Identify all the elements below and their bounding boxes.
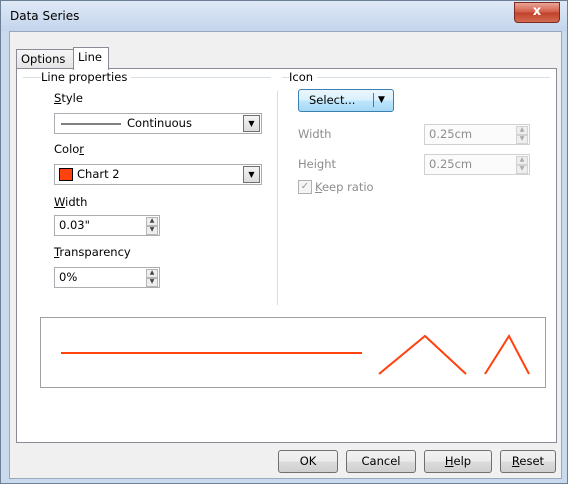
line-properties-heading: Line properties [41,70,132,84]
button-separator [373,93,374,107]
spin-up-icon[interactable]: ▲ [146,217,158,226]
continuous-line-sample [61,123,121,125]
spin-arrows[interactable]: ▲ ▼ [516,126,528,144]
style-label: Style [54,91,83,105]
spin-down-icon[interactable]: ▼ [146,278,158,287]
line-preview [40,317,546,388]
icon-width-label: Width [298,127,332,141]
dialog-body: Options Line Line properties Style Conti… [9,31,562,479]
color-value: Chart 2 [77,167,120,181]
transparency-spinbox[interactable]: 0% ▲ ▼ [54,267,160,288]
icon-height-value: 0.25cm [429,157,473,171]
spin-down-icon[interactable]: ▼ [516,135,528,144]
select-icon-button[interactable]: Select... ▼ [298,89,394,112]
icon-width-value: 0.25cm [429,127,473,141]
spin-arrows[interactable]: ▲ ▼ [146,269,158,287]
button-bar: OK Cancel Help Reset [10,443,561,478]
tab-options[interactable]: Options [16,49,76,69]
dropdown-arrow-icon[interactable]: ▼ [378,90,385,110]
spin-down-icon[interactable]: ▼ [516,165,528,174]
preview-drawing [61,334,530,375]
transparency-value: 0% [59,270,78,284]
spin-arrows[interactable]: ▲ ▼ [146,217,158,235]
icon-width-spinbox[interactable]: 0.25cm ▲ ▼ [424,124,530,145]
preview-zigzag-narrow [484,334,530,375]
help-button[interactable]: Help [424,450,492,473]
reset-button[interactable]: Reset [500,450,556,473]
transparency-label: Transparency [54,245,131,259]
spin-arrows[interactable]: ▲ ▼ [516,156,528,174]
icon-heading: Icon [289,70,318,84]
spin-up-icon[interactable]: ▲ [516,156,528,165]
style-value: Continuous [127,116,192,130]
title-bar[interactable]: Data Series x [1,1,567,31]
group-separator [282,77,550,78]
keep-ratio-checkbox[interactable]: ✓ [298,180,312,194]
data-series-dialog: Data Series x Options Line Line properti… [0,0,568,484]
color-swatch-icon [59,168,73,181]
width-value: 0.03" [59,218,90,232]
preview-zigzag-wide [378,334,467,375]
cancel-button[interactable]: Cancel [346,450,416,473]
color-dropdown[interactable]: Chart 2 ▼ [54,164,262,185]
icon-height-label: Height [298,157,337,171]
color-label: Color [54,142,85,156]
close-button[interactable]: x [514,2,560,23]
style-dropdown[interactable]: Continuous ▼ [54,113,262,134]
icon-height-spinbox[interactable]: 0.25cm ▲ ▼ [424,154,530,175]
line-width-spinbox[interactable]: 0.03" ▲ ▼ [54,215,160,236]
spin-up-icon[interactable]: ▲ [146,269,158,278]
column-divider [277,91,278,305]
chevron-down-icon[interactable]: ▼ [243,166,260,183]
spin-down-icon[interactable]: ▼ [146,226,158,235]
tab-line[interactable]: Line [73,47,109,70]
ok-button[interactable]: OK [278,450,338,473]
width-label: Width [54,195,88,209]
keep-ratio-label: Keep ratio [315,180,374,194]
select-button-label: Select... [309,93,356,107]
window-title: Data Series [10,9,80,23]
chevron-down-icon[interactable]: ▼ [243,115,260,132]
line-tab-panel: Line properties Style Continuous ▼ Color… [16,68,557,443]
spin-up-icon[interactable]: ▲ [516,126,528,135]
